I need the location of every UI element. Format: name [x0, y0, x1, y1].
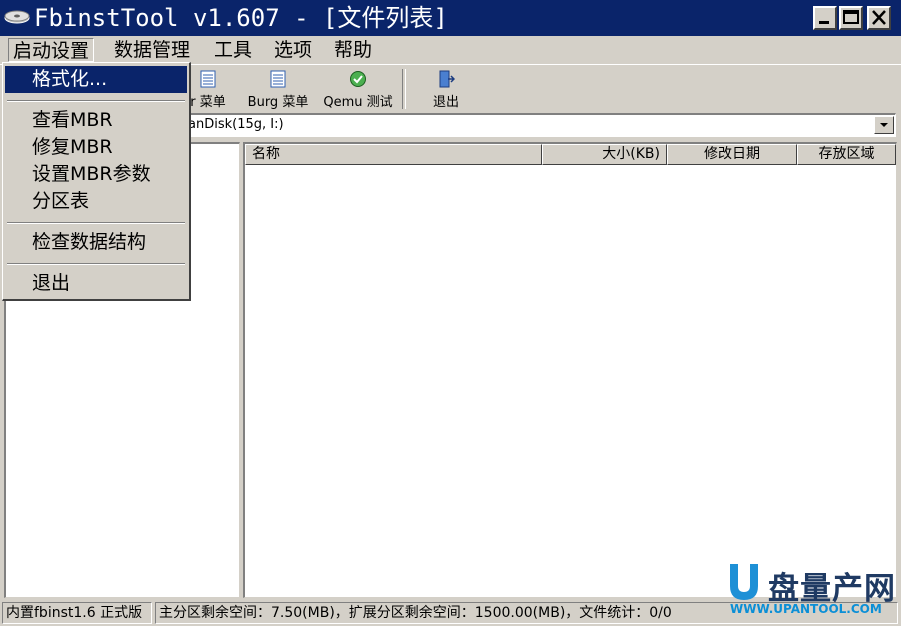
menu-item-view-mbr[interactable]: 查看MBR [5, 107, 187, 134]
qemu-icon [350, 71, 366, 87]
boot-settings-dropdown: 格式化... 查看MBR 修复MBR 设置MBR参数 分区表 检查数据结构 退出 [2, 62, 191, 301]
column-header-size[interactable]: 大小(KB) [542, 144, 667, 165]
menu-separator [7, 263, 185, 265]
menu-list-icon [270, 70, 286, 88]
drive-select-value: anDisk(15g, I:) [188, 117, 284, 132]
menu-boot-settings[interactable]: 启动设置 [8, 38, 95, 62]
menu-help[interactable]: 帮助 [330, 38, 376, 62]
column-header-modified[interactable]: 修改日期 [667, 144, 797, 165]
menu-options[interactable]: 选项 [270, 38, 316, 62]
minimize-button[interactable] [813, 6, 837, 30]
minimize-icon [819, 21, 829, 24]
close-button[interactable] [867, 6, 891, 30]
drive-select-dropdown-button[interactable] [874, 116, 894, 134]
menu-bar: 启动设置 数据管理 工具 选项 帮助 [0, 36, 901, 64]
window-title: FbinstTool v1.607 - [文件列表] [34, 4, 448, 32]
watermark-url: WWW.UPANTOOL.COM [730, 602, 882, 616]
menu-item-exit[interactable]: 退出 [5, 270, 187, 297]
drive-icon [4, 10, 30, 24]
watermark-logo: 盘量产网 WWW.UPANTOOL.COM [724, 560, 895, 620]
menu-item-mbr-params[interactable]: 设置MBR参数 [5, 161, 187, 188]
title-bar[interactable]: FbinstTool v1.607 - [文件列表] [0, 0, 901, 36]
maximize-button[interactable] [839, 6, 863, 30]
toolbar-burg-menu-label: Burg 菜单 [247, 95, 309, 110]
menu-separator [7, 100, 185, 102]
column-header-name[interactable]: 名称 [245, 144, 542, 165]
maximize-icon [843, 10, 859, 24]
toolbar-qemu-test-button[interactable]: Qemu 测试 [320, 67, 396, 111]
close-icon [872, 10, 886, 25]
toolbar-exit-label: 退出 [432, 95, 459, 110]
toolbar-burg-menu-button[interactable]: Burg 菜单 [244, 67, 312, 111]
chevron-down-icon [880, 123, 888, 127]
menu-list-icon [200, 70, 216, 88]
menu-item-check-data-structure[interactable]: 检查数据结构 [5, 229, 187, 256]
exit-door-icon [439, 70, 455, 88]
menu-tools[interactable]: 工具 [210, 38, 256, 62]
menu-separator [7, 222, 185, 224]
menu-item-partition-table[interactable]: 分区表 [5, 188, 187, 215]
menu-data-management[interactable]: 数据管理 [110, 38, 194, 62]
column-header-location[interactable]: 存放区域 [797, 144, 896, 165]
toolbar-qemu-test-label: Qemu 测试 [323, 95, 393, 110]
status-version: 内置fbinst1.6 正式版 [2, 602, 152, 624]
file-list-pane[interactable]: 名称 大小(KB) 修改日期 存放区域 [243, 142, 897, 598]
u-logo-icon [730, 564, 758, 600]
toolbar-exit-button[interactable]: 退出 [420, 67, 472, 111]
menu-item-format[interactable]: 格式化... [5, 66, 187, 93]
menu-item-repair-mbr[interactable]: 修复MBR [5, 134, 187, 161]
toolbar-separator [402, 69, 406, 109]
app-window: FbinstTool v1.607 - [文件列表] 启动设置 数据管理 工具 … [0, 0, 901, 626]
